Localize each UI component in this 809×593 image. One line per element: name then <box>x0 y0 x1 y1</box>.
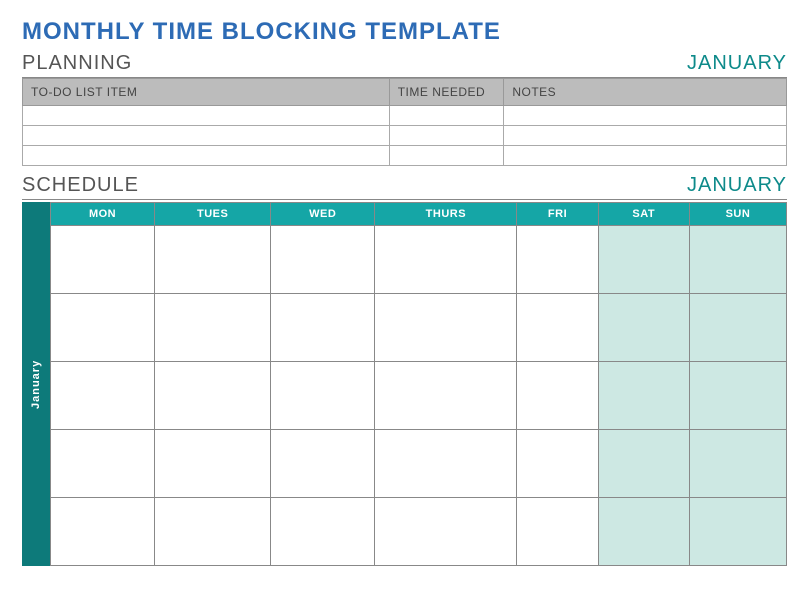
page-title: MONTHLY TIME BLOCKING TEMPLATE <box>22 18 787 46</box>
day-wed: WED <box>271 203 375 226</box>
day-cell[interactable] <box>517 294 598 362</box>
day-cell[interactable] <box>375 430 517 498</box>
todo-cell[interactable] <box>23 106 390 126</box>
day-cell[interactable] <box>271 430 375 498</box>
day-cell[interactable] <box>375 294 517 362</box>
day-cell-weekend[interactable] <box>598 362 689 430</box>
day-cell[interactable] <box>51 498 155 566</box>
planning-row <box>23 146 787 166</box>
day-cell[interactable] <box>51 430 155 498</box>
day-mon: MON <box>51 203 155 226</box>
day-cell[interactable] <box>375 498 517 566</box>
day-fri: FRI <box>517 203 598 226</box>
time-cell[interactable] <box>389 106 504 126</box>
schedule-month: JANUARY <box>687 174 787 197</box>
day-cell-weekend[interactable] <box>689 362 786 430</box>
day-cell[interactable] <box>517 498 598 566</box>
week-row <box>51 430 787 498</box>
schedule-label: SCHEDULE <box>22 174 139 197</box>
day-cell[interactable] <box>155 362 271 430</box>
day-cell[interactable] <box>517 226 598 294</box>
day-sun: SUN <box>689 203 786 226</box>
month-sidebar: January <box>22 202 50 566</box>
day-cell-weekend[interactable] <box>689 430 786 498</box>
week-row <box>51 362 787 430</box>
day-cell[interactable] <box>51 362 155 430</box>
day-cell-weekend[interactable] <box>598 498 689 566</box>
day-cell[interactable] <box>517 430 598 498</box>
day-cell[interactable] <box>517 362 598 430</box>
day-cell-weekend[interactable] <box>689 294 786 362</box>
day-cell[interactable] <box>271 362 375 430</box>
day-cell[interactable] <box>271 226 375 294</box>
day-sat: SAT <box>598 203 689 226</box>
time-cell[interactable] <box>389 146 504 166</box>
todo-cell[interactable] <box>23 126 390 146</box>
day-cell[interactable] <box>51 294 155 362</box>
day-cell[interactable] <box>155 430 271 498</box>
day-cell-weekend[interactable] <box>598 430 689 498</box>
day-cell-weekend[interactable] <box>598 226 689 294</box>
todo-cell[interactable] <box>23 146 390 166</box>
time-cell[interactable] <box>389 126 504 146</box>
day-cell-weekend[interactable] <box>598 294 689 362</box>
notes-cell[interactable] <box>504 146 787 166</box>
planning-table: TO-DO LIST ITEM TIME NEEDED NOTES <box>22 78 787 166</box>
week-row <box>51 498 787 566</box>
planning-month: JANUARY <box>687 52 787 75</box>
planning-header-row: PLANNING JANUARY <box>22 52 787 78</box>
schedule-table: MON TUES WED THURS FRI SAT SUN <box>50 202 787 566</box>
planning-row <box>23 106 787 126</box>
col-time: TIME NEEDED <box>389 79 504 106</box>
day-cell[interactable] <box>155 226 271 294</box>
day-tues: TUES <box>155 203 271 226</box>
day-cell-weekend[interactable] <box>689 226 786 294</box>
planning-label: PLANNING <box>22 52 132 75</box>
day-cell[interactable] <box>271 294 375 362</box>
day-cell[interactable] <box>271 498 375 566</box>
col-notes: NOTES <box>504 79 787 106</box>
day-cell[interactable] <box>375 362 517 430</box>
day-cell-weekend[interactable] <box>689 498 786 566</box>
day-cell[interactable] <box>51 226 155 294</box>
day-cell[interactable] <box>155 498 271 566</box>
week-row <box>51 294 787 362</box>
notes-cell[interactable] <box>504 126 787 146</box>
col-todo: TO-DO LIST ITEM <box>23 79 390 106</box>
day-cell[interactable] <box>375 226 517 294</box>
day-thurs: THURS <box>375 203 517 226</box>
schedule-header-row: SCHEDULE JANUARY <box>22 174 787 200</box>
day-cell[interactable] <box>155 294 271 362</box>
notes-cell[interactable] <box>504 106 787 126</box>
planning-row <box>23 126 787 146</box>
week-row <box>51 226 787 294</box>
